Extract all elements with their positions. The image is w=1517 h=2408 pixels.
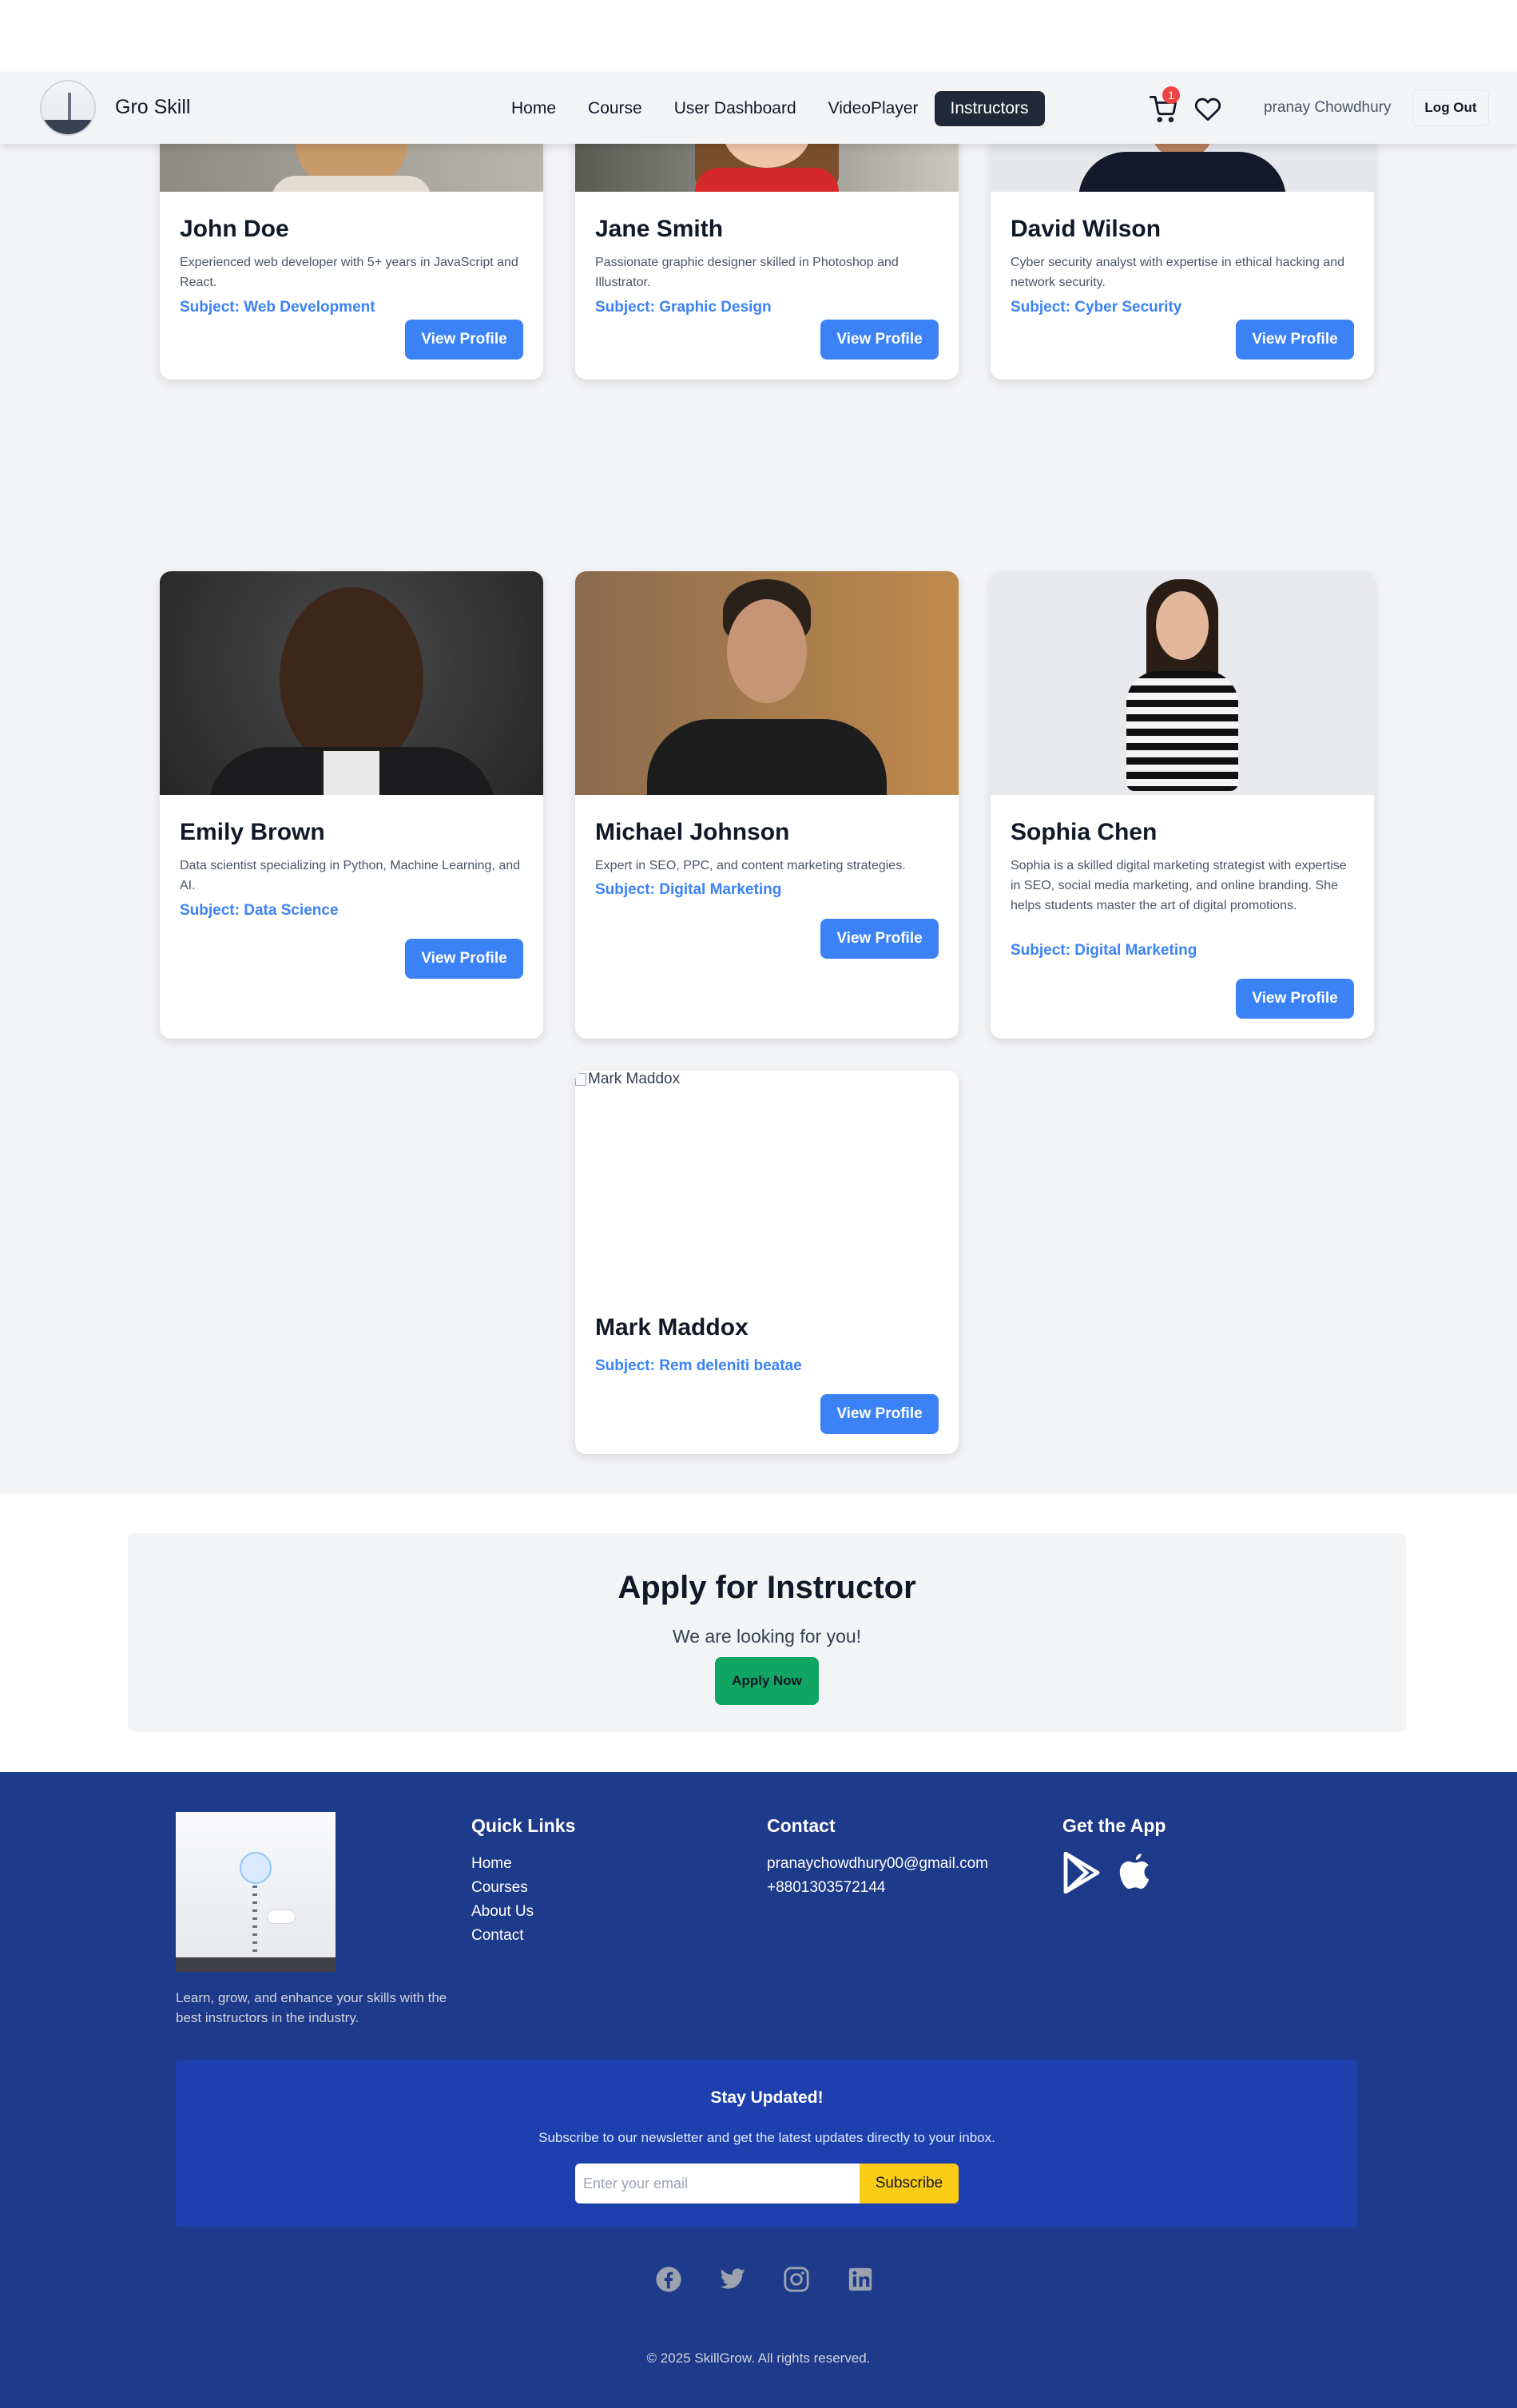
app-store-icons bbox=[1062, 1852, 1154, 1893]
view-profile-button[interactable]: View Profile bbox=[820, 1394, 939, 1434]
heart-icon[interactable] bbox=[1193, 96, 1222, 123]
instructor-subject: Subject: Data Science bbox=[180, 902, 339, 919]
instructor-subject: Subject: Rem deleniti beatae bbox=[595, 1357, 802, 1374]
linkedin-icon[interactable] bbox=[847, 2266, 874, 2293]
nav-link-instructors[interactable]: Instructors bbox=[934, 91, 1045, 126]
facebook-icon[interactable] bbox=[655, 2266, 682, 2293]
footer-link-about-us[interactable]: About Us bbox=[471, 1903, 534, 1921]
apply-subtitle: We are looking for you! bbox=[672, 1626, 862, 1647]
instructor-name: Emily Brown bbox=[180, 819, 325, 845]
instructor-photo: Mark Maddox bbox=[575, 1071, 959, 1294]
instructor-card: Jane Smith Passionate graphic designer s… bbox=[575, 112, 959, 379]
newsletter-box: Stay Updated! Subscribe to our newslette… bbox=[176, 2060, 1358, 2227]
contact-phone: +8801303572144 bbox=[767, 1879, 886, 1896]
brand-logo[interactable] bbox=[40, 80, 96, 136]
apply-now-button[interactable]: Apply Now bbox=[715, 1657, 819, 1705]
contact-title: Contact bbox=[767, 1815, 836, 1836]
instructor-description: Data scientist specializing in Python, M… bbox=[180, 859, 521, 892]
apple-icon[interactable] bbox=[1117, 1852, 1154, 1893]
instructor-photo bbox=[160, 571, 543, 795]
instructor-description: Cyber security analyst with expertise in… bbox=[1011, 256, 1344, 289]
instructor-card: Emily Brown Data scientist specializing … bbox=[160, 571, 543, 1039]
instructor-card: Sophia Chen Sophia is a skilled digital … bbox=[991, 571, 1374, 1039]
instructor-subject: Subject: Web Development bbox=[180, 299, 375, 316]
brand-name[interactable]: Gro Skill bbox=[115, 96, 190, 119]
instructor-name: Sophia Chen bbox=[1011, 819, 1158, 845]
instructor-name: Jane Smith bbox=[595, 216, 724, 242]
instructor-card: Mark Maddox Mark Maddox Subject: Rem del… bbox=[575, 1071, 959, 1454]
footer: Learn, grow, and enhance your skills wit… bbox=[0, 1772, 1517, 2408]
instructor-card: John Doe Experienced web developer with … bbox=[160, 112, 543, 379]
quick-links-title: Quick Links bbox=[471, 1815, 576, 1836]
footer-link-home[interactable]: Home bbox=[471, 1855, 512, 1873]
view-profile-button[interactable]: View Profile bbox=[820, 919, 939, 959]
instructor-name: Mark Maddox bbox=[595, 1314, 749, 1341]
navbar: Gro Skill Home Course User Dashboard Vid… bbox=[0, 72, 1517, 144]
broken-image-icon: Mark Maddox bbox=[575, 1071, 680, 1088]
instructor-subject: Subject: Cyber Security bbox=[1011, 299, 1182, 316]
apply-instructor-section: Apply for Instructor We are looking for … bbox=[128, 1533, 1406, 1732]
google-play-icon[interactable] bbox=[1062, 1852, 1101, 1893]
instructor-card: Michael Johnson Expert in SEO, PPC, and … bbox=[575, 571, 959, 1039]
contact-email[interactable]: pranaychowdhury00@gmail.com bbox=[767, 1855, 988, 1873]
instructor-card: David Wilson Cyber security analyst with… bbox=[991, 112, 1374, 379]
instructors-section: John Doe Experienced web developer with … bbox=[0, 112, 1517, 1494]
logout-button[interactable]: Log Out bbox=[1412, 89, 1489, 126]
nav-link-home[interactable]: Home bbox=[495, 91, 572, 126]
instructor-subject: Subject: Graphic Design bbox=[595, 299, 772, 316]
view-profile-button[interactable]: View Profile bbox=[820, 320, 939, 360]
cart-count-badge: 1 bbox=[1162, 86, 1180, 104]
instagram-icon[interactable] bbox=[783, 2266, 810, 2293]
newsletter-email-input[interactable] bbox=[575, 2164, 860, 2203]
view-profile-button[interactable]: View Profile bbox=[1236, 979, 1354, 1019]
footer-tagline: Learn, grow, and enhance your skills wit… bbox=[176, 1990, 447, 2025]
image-alt-text: Mark Maddox bbox=[588, 1071, 681, 1087]
footer-link-courses[interactable]: Courses bbox=[471, 1879, 528, 1897]
nav-link-course[interactable]: Course bbox=[572, 91, 658, 126]
newsletter-title: Stay Updated! bbox=[710, 2088, 824, 2107]
view-profile-button[interactable]: View Profile bbox=[405, 939, 523, 979]
apply-title: Apply for Instructor bbox=[618, 1570, 916, 1605]
instructor-subject: Subject: Digital Marketing bbox=[595, 881, 782, 898]
instructor-description: Experienced web developer with 5+ years … bbox=[180, 256, 518, 289]
instructor-name: Michael Johnson bbox=[595, 819, 790, 845]
copyright-text: © 2025 SkillGrow. All rights reserved. bbox=[646, 2350, 871, 2366]
nav-links: Home Course User Dashboard VideoPlayer I… bbox=[495, 91, 1045, 126]
instructor-description: Expert in SEO, PPC, and content marketin… bbox=[595, 859, 906, 872]
get-the-app-title: Get the App bbox=[1062, 1815, 1166, 1836]
instructor-description: Sophia is a skilled digital marketing st… bbox=[1011, 859, 1347, 912]
footer-logo bbox=[176, 1812, 336, 1972]
newsletter-subtitle: Subscribe to our newsletter and get the … bbox=[538, 2130, 995, 2145]
twitter-icon[interactable] bbox=[719, 2266, 746, 2293]
username: pranay Chowdhury bbox=[1264, 99, 1392, 116]
nav-link-user-dashboard[interactable]: User Dashboard bbox=[658, 91, 812, 126]
view-profile-button[interactable]: View Profile bbox=[1236, 320, 1354, 360]
instructor-photo bbox=[991, 571, 1374, 795]
subscribe-button[interactable]: Subscribe bbox=[860, 2164, 959, 2203]
instructor-photo bbox=[575, 571, 959, 795]
instructor-name: John Doe bbox=[180, 216, 289, 242]
instructor-subject: Subject: Digital Marketing bbox=[1011, 942, 1197, 959]
social-links bbox=[655, 2266, 874, 2293]
nav-link-videoplayer[interactable]: VideoPlayer bbox=[812, 91, 935, 126]
footer-link-contact[interactable]: Contact bbox=[471, 1927, 523, 1945]
view-profile-button[interactable]: View Profile bbox=[405, 320, 523, 360]
instructor-description: Passionate graphic designer skilled in P… bbox=[595, 256, 899, 289]
instructor-name: David Wilson bbox=[1011, 216, 1162, 242]
